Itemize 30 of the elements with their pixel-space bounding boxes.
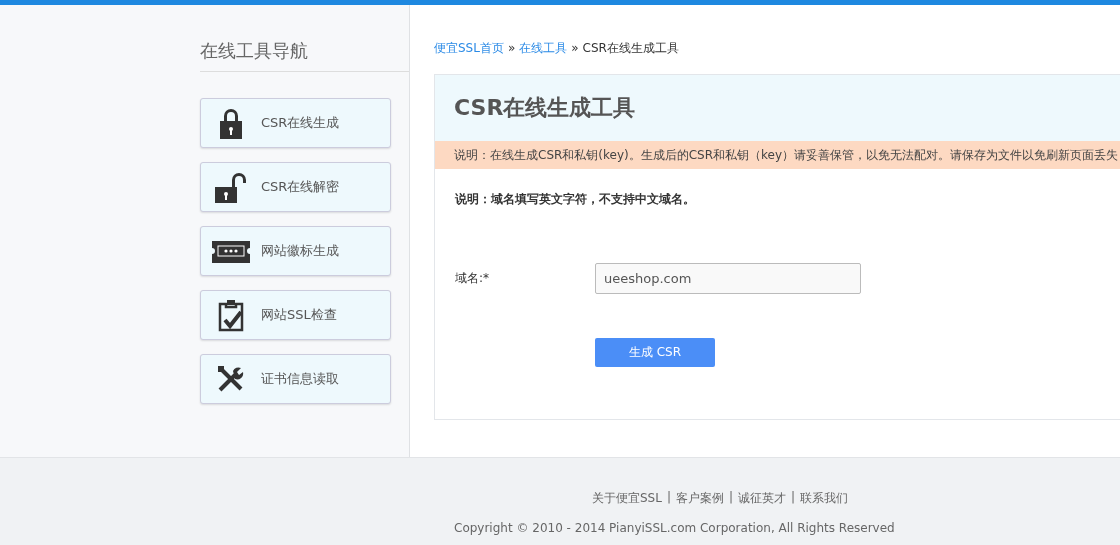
footer-separator: |	[666, 490, 671, 506]
sidebar-title: 在线工具导航	[200, 39, 308, 63]
breadcrumb-link[interactable]: 便宜SSL首页	[434, 39, 504, 57]
footer-link[interactable]: 客户案例	[675, 490, 724, 507]
footer-link[interactable]: 诚征英才	[738, 490, 786, 507]
footer-separator: |	[728, 490, 733, 506]
footer-link[interactable]: 关于便宜SSL	[592, 490, 662, 507]
sidebar-item[interactable]: CSR在线解密	[200, 162, 391, 212]
sidebar-item[interactable]: 证书信息读取	[200, 354, 391, 404]
clipboard-check-icon	[217, 298, 245, 332]
sidebar-item[interactable]: 网站SSL检查	[200, 290, 391, 340]
breadcrumb-current: CSR在线生成工具	[582, 39, 679, 57]
copyright-text: Copyright © 2010 - 2014 PianyiSSL.com Corporation, All Rights Reserved	[454, 521, 895, 535]
footer-separator: |	[791, 490, 796, 506]
hint-text: 说明：域名填写英文字符，不支持中文域名。	[454, 191, 696, 208]
breadcrumb-separator: »	[571, 41, 579, 55]
tools-icon	[217, 365, 245, 393]
domain-field[interactable]: ueeshop.com	[595, 263, 861, 294]
badge-icon	[212, 239, 250, 263]
notice-banner: 说明：在线生成CSR和私钥(key)。生成后的CSR和私钥（key）请妥善保管，以免无法配对。请保存为文件以免刷新页面丢失	[435, 141, 1120, 169]
page-title: CSR在线生成工具	[454, 94, 636, 122]
sidebar-item[interactable]: 网站徽标生成	[200, 226, 391, 276]
breadcrumb-link[interactable]: 在线工具	[519, 39, 568, 57]
footer-link[interactable]: 联系我们	[800, 490, 849, 507]
breadcrumb-separator: »	[507, 41, 516, 55]
field-label: 域名:*	[455, 270, 491, 287]
sidebar-item[interactable]: CSR在线生成	[200, 98, 391, 148]
lock-icon	[218, 107, 244, 139]
unlocked-padlock-icon	[214, 171, 248, 203]
generate-csr-button[interactable]: 生成 CSR	[595, 338, 715, 367]
